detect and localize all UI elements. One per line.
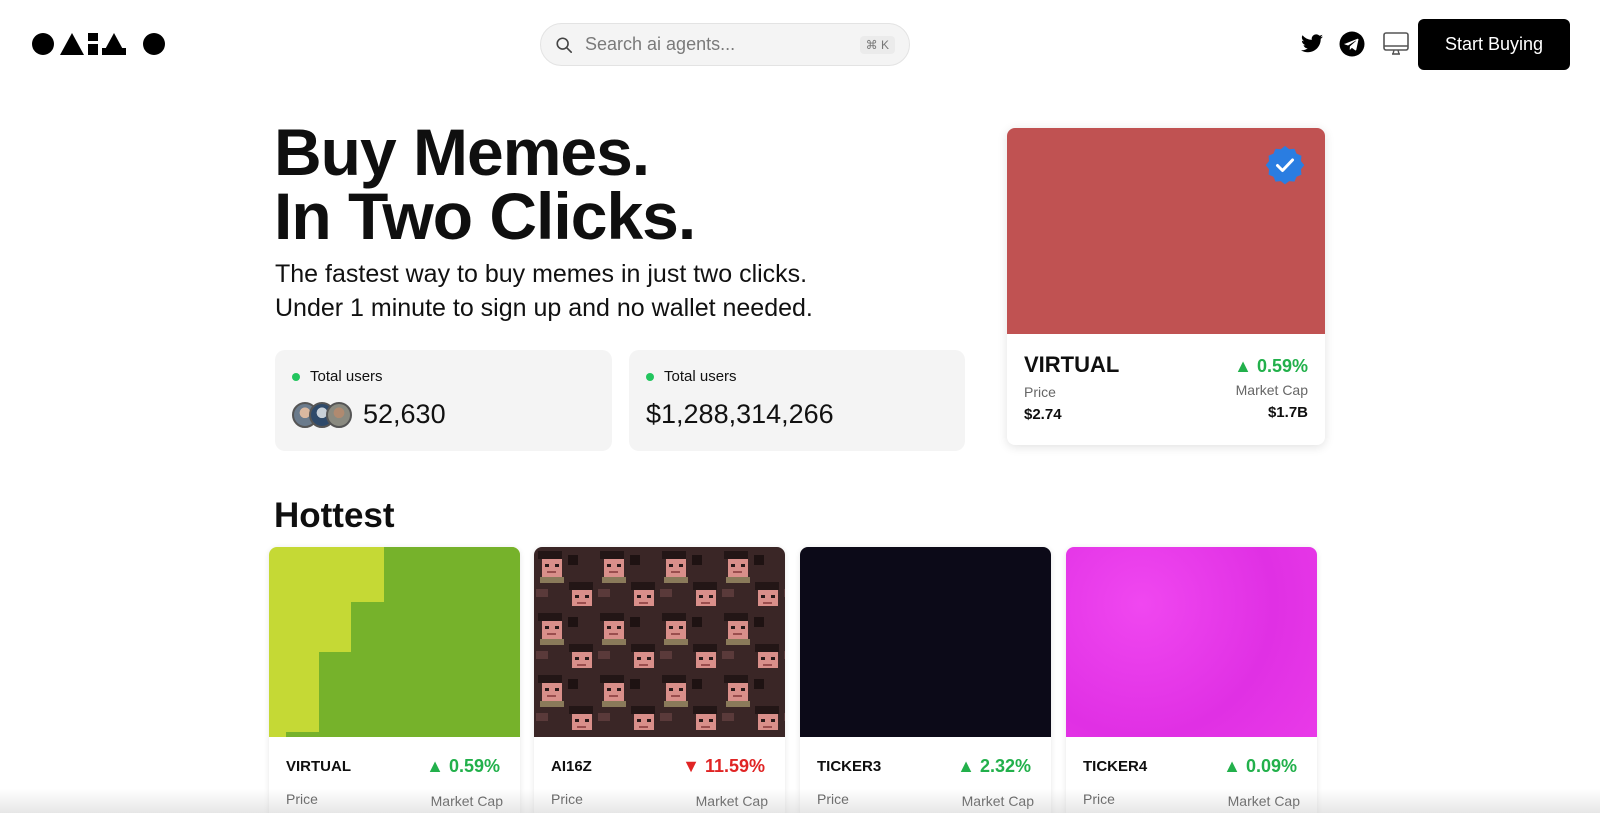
hero-subtitle-line-1: The fastest way to buy memes in just two… [275, 260, 808, 288]
market-cap-label: Market Cap [961, 793, 1034, 809]
social-icons [1298, 30, 1410, 58]
featured-token-card[interactable]: VIRTUAL ▲ 0.59% Price Market Cap $2.74 $… [1007, 128, 1325, 445]
token-image [534, 547, 785, 737]
price-label: Price [817, 791, 849, 807]
price-label: Price [551, 791, 583, 807]
stat-label: Total users [310, 368, 383, 385]
stat-label-row: Total users [646, 368, 948, 385]
hero-subtitle-line-2: Under 1 minute to sign up and no wallet … [275, 294, 813, 322]
hottest-section-title: Hottest [274, 496, 395, 535]
token-change: ▲ 0.09% [1223, 756, 1297, 776]
stat-value: 52,630 [363, 399, 446, 429]
featured-token-name: VIRTUAL [1024, 352, 1120, 377]
stat-card-volume: Total users $1,288,314,266 [629, 350, 965, 451]
avatar [326, 401, 352, 428]
hero-title-line-2: In Two Clicks. [274, 179, 696, 253]
featured-token-change: ▲ 0.59% [1234, 356, 1308, 376]
token-image [800, 547, 1051, 737]
token-image [269, 547, 520, 737]
stat-label: Total users [664, 368, 737, 385]
logo-shapes [32, 33, 165, 55]
market-cap-label: Market Cap [1235, 382, 1308, 398]
pixel-faces-art [534, 547, 785, 737]
market-cap-value: $1.7B [1267, 404, 1308, 421]
search-bar[interactable]: ⌘ K [540, 23, 910, 66]
twitter-icon[interactable] [1298, 30, 1326, 58]
token-name: AI16Z [551, 758, 592, 775]
token-change: ▲ 2.32% [957, 756, 1031, 776]
avatar-stack [292, 401, 352, 428]
token-change: ▼ 11.59% [682, 756, 765, 776]
search-shortcut-hint: ⌘ K [859, 35, 895, 54]
token-name: TICKER4 [1083, 758, 1148, 775]
telegram-icon[interactable] [1338, 30, 1366, 58]
price-label: Price [1083, 791, 1115, 807]
price-label: Price [1024, 384, 1056, 400]
header: ⌘ K Start Buying [0, 0, 1600, 90]
status-dot [646, 372, 654, 381]
monitor-icon[interactable] [1382, 30, 1410, 58]
stat-value-row: $1,288,314,266 [646, 399, 948, 430]
search-icon [556, 36, 573, 53]
shapes-logo[interactable] [32, 31, 166, 57]
token-name: TICKER3 [817, 758, 882, 775]
verified-badge-icon [1265, 145, 1305, 185]
market-cap-label: Market Cap [430, 793, 503, 809]
token-image [1066, 547, 1317, 737]
token-name: VIRTUAL [286, 758, 351, 775]
stat-value: $1,288,314,266 [646, 399, 834, 429]
status-dot [292, 372, 300, 381]
stat-label-row: Total users [292, 368, 595, 385]
start-buying-button[interactable]: Start Buying [1418, 19, 1570, 70]
hero-title-line-1: Buy Memes. [274, 115, 650, 189]
search-input[interactable] [585, 34, 860, 55]
token-change: ▲ 0.59% [426, 756, 500, 776]
hero-subtitle: The fastest way to buy memes in just two… [275, 257, 813, 325]
stat-card-users: Total users 52,630 [275, 350, 612, 451]
token-card-ticker4[interactable]: TICKER4 ▲ 0.09% Price Market Cap [1066, 547, 1317, 813]
market-cap-label: Market Cap [1227, 793, 1300, 809]
price-label: Price [286, 791, 318, 807]
hero-title: Buy Memes. In Two Clicks. [274, 115, 696, 253]
market-cap-label: Market Cap [695, 793, 768, 809]
price-value: $2.74 [1024, 406, 1062, 423]
green-steps-art [269, 547, 520, 737]
token-card-ai16z[interactable]: AI16Z ▼ 11.59% Price Market Cap [534, 547, 785, 813]
stat-value-row: 52,630 [292, 399, 595, 430]
token-card-virtual[interactable]: VIRTUAL ▲ 0.59% Price Market Cap [269, 547, 520, 813]
token-card-ticker3[interactable]: TICKER3 ▲ 2.32% Price Market Cap [800, 547, 1051, 813]
